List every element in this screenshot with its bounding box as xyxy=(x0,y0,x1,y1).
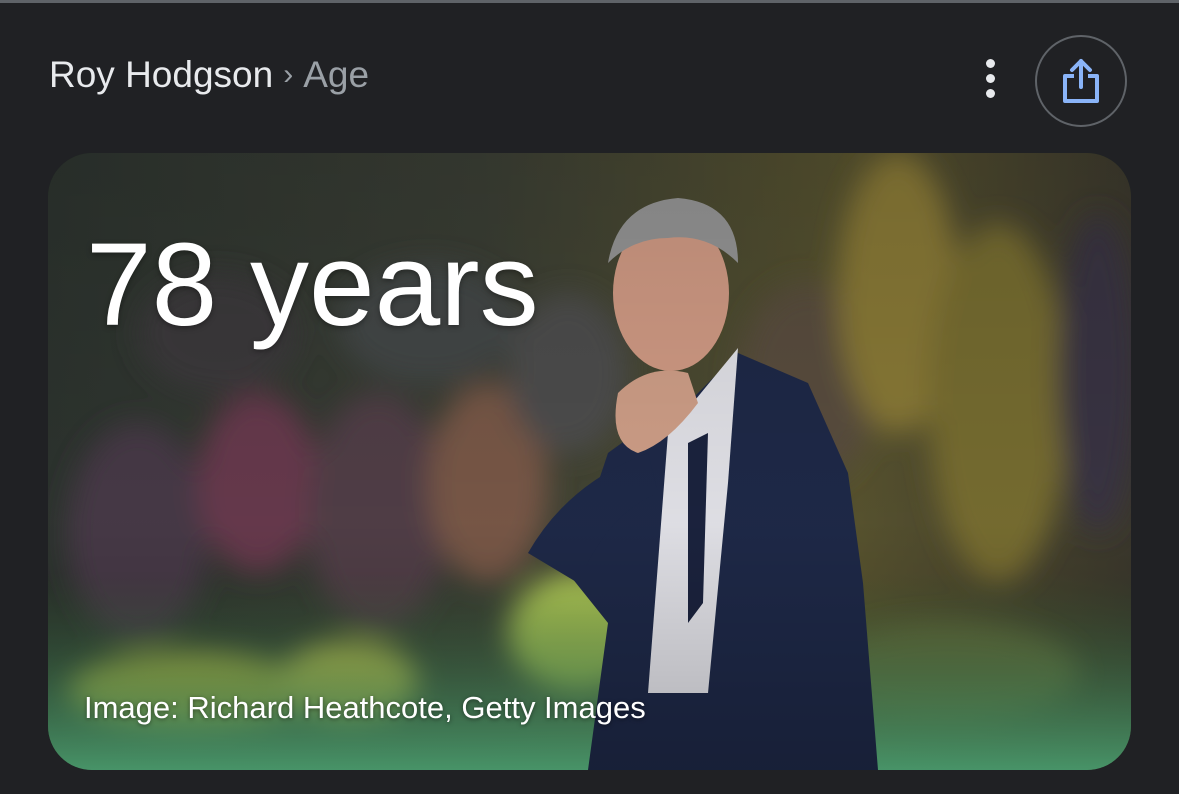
breadcrumb-entity[interactable]: Roy Hodgson xyxy=(49,54,273,95)
share-button[interactable] xyxy=(1035,35,1127,127)
more-options-button[interactable] xyxy=(970,53,1010,103)
age-answer-card[interactable]: 78 years Image: Richard Heathcote, Getty… xyxy=(48,153,1131,770)
age-value: 78 years xyxy=(86,219,539,351)
share-icon xyxy=(1063,59,1099,103)
image-credit: Image: Richard Heathcote, Getty Images xyxy=(84,690,646,725)
header: Roy Hodgson › Age xyxy=(0,3,1179,148)
breadcrumb-current: Age xyxy=(303,54,370,95)
breadcrumb-separator: › xyxy=(283,58,294,91)
breadcrumb: Roy Hodgson › Age xyxy=(49,53,369,100)
more-vert-icon xyxy=(985,56,995,101)
